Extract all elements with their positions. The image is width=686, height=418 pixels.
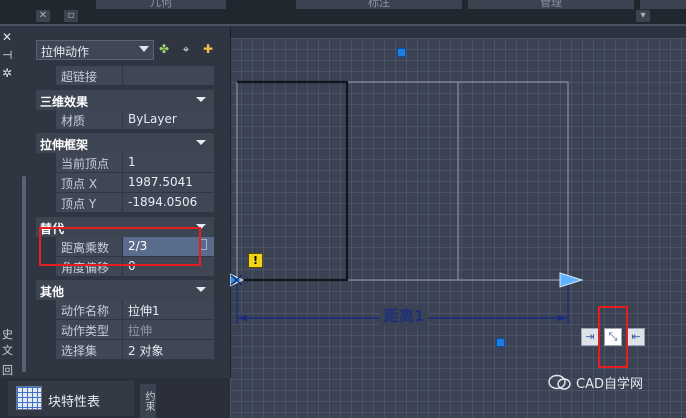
ribbon-panel-label: 几何 (150, 0, 172, 9)
quick-select-icon[interactable]: ✤ (156, 41, 172, 57)
chevron-down-icon (196, 287, 206, 292)
property-key: 当前顶点 (56, 153, 122, 173)
wechat-logo-icon (548, 374, 571, 390)
property-value[interactable]: 拉伸1 (123, 300, 214, 320)
selected-rectangle (237, 80, 349, 282)
warning-icon[interactable]: ! (248, 253, 263, 268)
arrowhead (558, 315, 568, 321)
side-glyph: 回 (2, 364, 13, 377)
property-value: 拉伸 (123, 320, 214, 340)
close-icon[interactable]: ✕ (36, 10, 50, 22)
section-stretch-frame[interactable]: 拉伸框架 (36, 133, 214, 153)
property-row-selection-set[interactable]: 选择集 2 对象 (56, 340, 214, 360)
gear-icon[interactable]: ✲ (2, 66, 12, 80)
property-value[interactable] (123, 66, 214, 86)
restore-icon[interactable]: ▫ (64, 10, 78, 22)
property-row-material[interactable]: 材质 ByLayer (56, 110, 214, 130)
property-key: 动作名称 (56, 300, 122, 320)
section-misc[interactable]: 其他 (36, 280, 214, 300)
property-value[interactable]: 1987.5041 (123, 173, 214, 193)
property-key: 材质 (56, 110, 122, 130)
action-bar-icon[interactable]: ⇤ (627, 328, 645, 346)
property-row-current-vertex[interactable]: 当前顶点 1 (56, 153, 214, 173)
outer-rectangle (236, 81, 569, 281)
chevron-down-icon (196, 140, 206, 145)
arrowhead (237, 315, 247, 321)
toggle-pickadd-icon[interactable]: ✚ (200, 41, 216, 57)
ribbon-panel-dimension[interactable]: 标注 (296, 0, 462, 9)
chevron-down-icon (139, 46, 149, 52)
chevron-down-icon (196, 97, 206, 102)
property-value[interactable]: 1 (123, 153, 214, 173)
side-glyph: 文 (2, 344, 13, 357)
property-key: 顶点 Y (56, 193, 122, 213)
property-value[interactable]: -1894.0506 (123, 193, 214, 213)
highlight-box (39, 227, 201, 266)
ribbon-panel-label: 标注 (368, 0, 390, 9)
property-value[interactable]: 2 对象 (123, 340, 214, 360)
ribbon-panel-manage[interactable]: 管理 (468, 0, 634, 9)
dimension-label: 距离1 (380, 305, 429, 326)
section-title: 三维效果 (40, 95, 89, 109)
canvas-top-band (230, 26, 686, 38)
stretch-grip (559, 272, 584, 288)
chevron-down-icon[interactable]: ▾ (636, 10, 650, 22)
close-x-icon[interactable]: ✕ (2, 30, 12, 44)
property-row-vertex-x[interactable]: 顶点 X 1987.5041 (56, 173, 214, 193)
watermark-text: CAD自学网 (576, 377, 643, 392)
property-key: 选择集 (56, 340, 122, 360)
palette-title-strip: ✕ ⊣ ✲ 史 文 回 (0, 26, 20, 418)
square-grip[interactable] (397, 48, 406, 57)
property-key: 动作类型 (56, 320, 122, 340)
property-row-action-type: 动作类型 拉伸 (56, 320, 214, 340)
ribbon-panel-geometry[interactable]: 几何 (96, 0, 226, 9)
property-row-action-name[interactable]: 动作名称 拉伸1 (56, 300, 214, 320)
ribbon-panel-more[interactable] (640, 0, 686, 9)
palette-scrollbar[interactable] (22, 176, 26, 372)
pick-point-icon[interactable]: ⌖ (178, 41, 194, 57)
square-grip[interactable] (496, 338, 505, 347)
ribbon-bar: 几何 标注 管理 ✕ ▫ ▾ (0, 0, 686, 26)
highlight-box (598, 306, 628, 368)
property-row-hyperlink[interactable]: 超链接 (56, 66, 214, 86)
property-key: 顶点 X (56, 173, 122, 193)
section-title: 其他 (40, 285, 65, 299)
property-row-vertex-y[interactable]: 顶点 Y -1894.0506 (56, 193, 214, 213)
object-type-dropdown[interactable]: 拉伸动作 (36, 40, 154, 60)
action-bar-icon[interactable]: ⇥ (581, 328, 599, 346)
ribbon-panel-label: 管理 (540, 0, 562, 9)
section-title: 拉伸框架 (40, 138, 89, 152)
property-value[interactable]: ByLayer (123, 110, 214, 130)
section-3d-effects[interactable]: 三维效果 (36, 90, 214, 110)
table-icon (16, 386, 42, 410)
constraints-tab[interactable]: 约束 (140, 384, 156, 418)
object-type-label: 拉伸动作 (41, 45, 90, 59)
property-key: 超链接 (56, 66, 122, 86)
side-glyph: 史 (2, 328, 13, 341)
pin-icon[interactable]: ⊣ (2, 48, 12, 62)
block-properties-label: 块特性表 (48, 395, 101, 410)
